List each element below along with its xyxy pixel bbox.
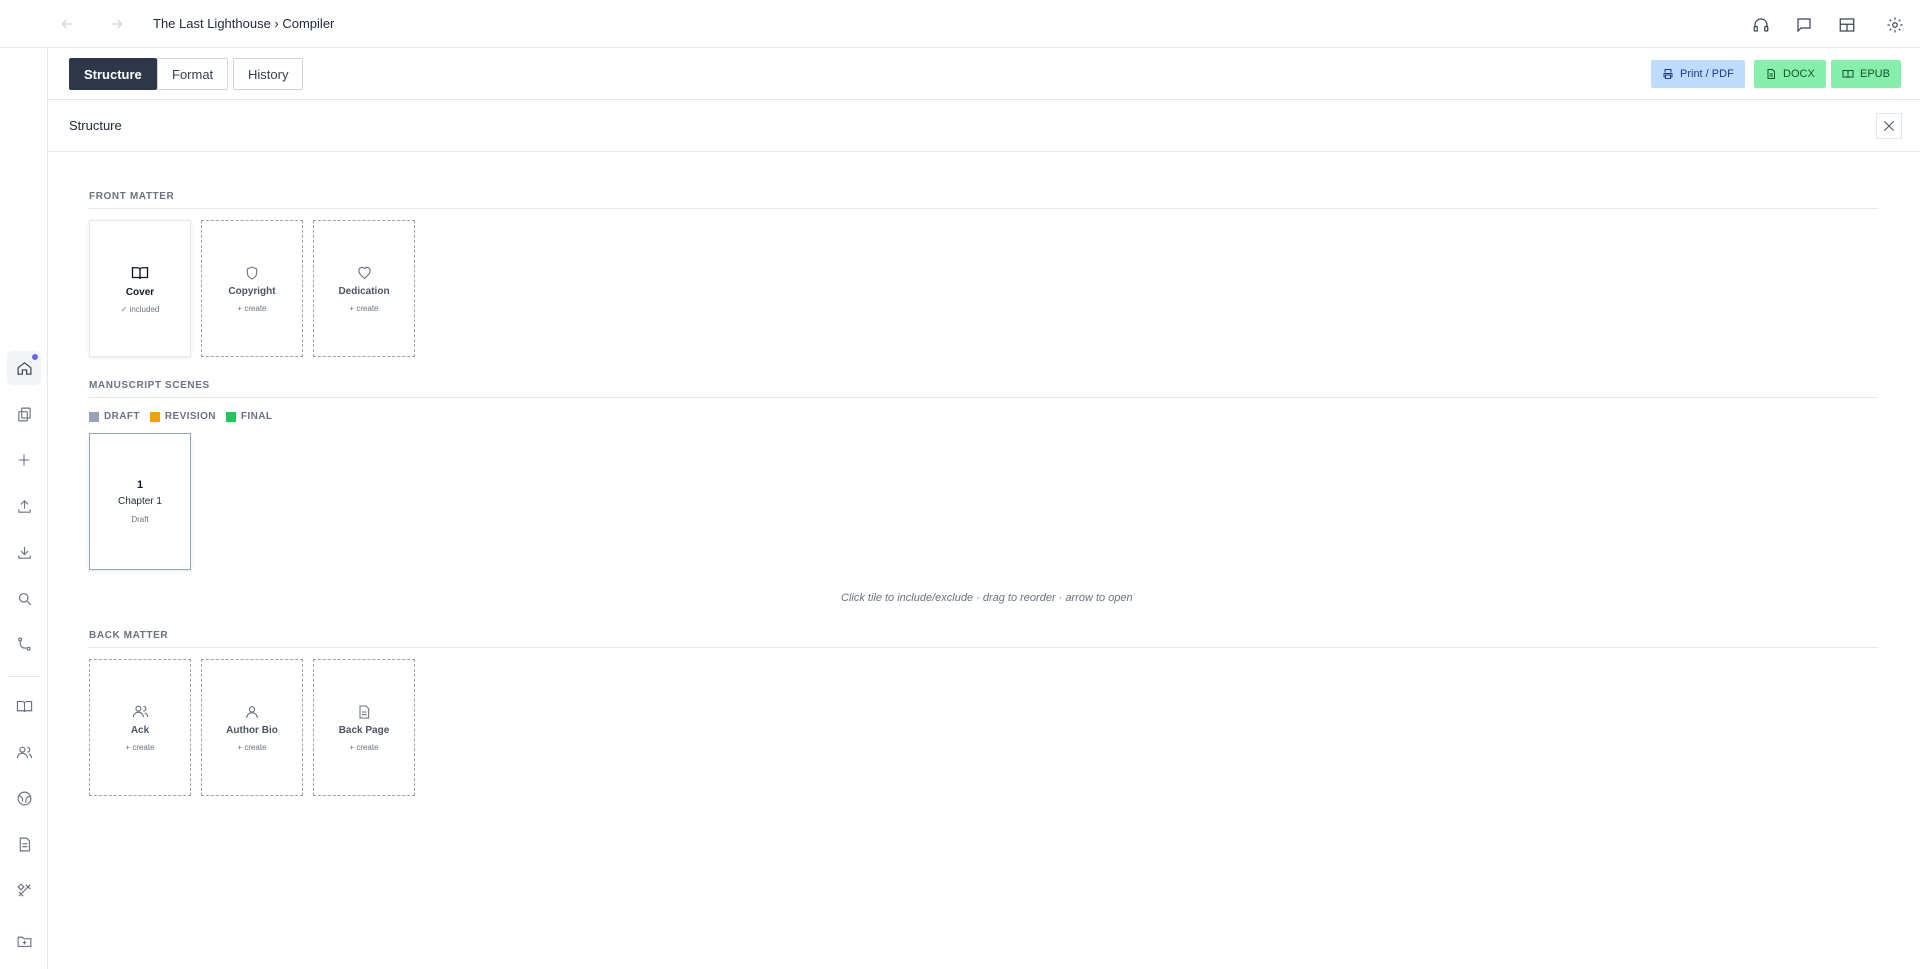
tile-status: + create <box>125 743 155 752</box>
notification-dot <box>32 354 38 360</box>
layout-icon[interactable] <box>1836 14 1858 36</box>
tile-name: Author Bio <box>226 724 278 736</box>
tile-name: Cover <box>125 286 155 298</box>
legend-label: DRAFT <box>104 411 140 422</box>
scene-tile[interactable]: 1 Chapter 1 Draft <box>89 433 191 570</box>
panel-header: Structure <box>48 100 1920 152</box>
tile-author-bio[interactable]: Author Bio + create <box>201 659 303 796</box>
tools-icon[interactable] <box>7 873 41 907</box>
print-pdf-button[interactable]: Print / PDF <box>1651 60 1745 88</box>
comment-icon[interactable] <box>1793 14 1815 36</box>
back-matter-divider <box>89 647 1878 648</box>
download-icon[interactable] <box>7 535 41 569</box>
tab-history[interactable]: History <box>233 58 304 90</box>
close-button[interactable] <box>1876 113 1902 139</box>
rail-divider <box>8 676 40 677</box>
epub-button[interactable]: EPUB <box>1831 60 1901 88</box>
print-pdf-label: Print / PDF <box>1680 68 1734 80</box>
front-matter-divider <box>89 208 1878 209</box>
epub-label: EPUB <box>1860 68 1890 80</box>
gear-icon[interactable] <box>1884 14 1906 36</box>
legend-revision: REVISION <box>149 411 216 422</box>
folder-plus-icon[interactable] <box>7 924 41 958</box>
users-icon <box>132 703 149 720</box>
book-open-icon <box>131 264 149 282</box>
printer-icon <box>1663 69 1673 79</box>
tile-dedication[interactable]: Dedication + create <box>313 220 415 357</box>
file-icon <box>356 704 372 720</box>
heart-icon <box>356 264 373 281</box>
home-icon[interactable] <box>7 351 41 385</box>
tile-ack[interactable]: Ack + create <box>89 659 191 796</box>
legend-label: REVISION <box>164 411 216 422</box>
branch-icon[interactable] <box>7 627 41 661</box>
front-matter-label: FRONT MATTER <box>89 191 175 202</box>
globe-icon[interactable] <box>7 781 41 815</box>
close-icon <box>1883 120 1895 132</box>
tab-format[interactable]: Format <box>157 58 229 90</box>
left-rail <box>0 48 48 969</box>
tile-name: Back Page <box>338 724 390 736</box>
tab-structure[interactable]: Structure <box>69 58 157 90</box>
structure-hint: Click tile to include/exclude · drag to … <box>841 592 1133 604</box>
scene-status: Draft <box>131 515 149 524</box>
docx-button[interactable]: DOCX <box>1754 60 1826 88</box>
manuscript-label: MANUSCRIPT SCENES <box>89 380 210 391</box>
scene-number: 1 <box>136 479 144 491</box>
legend-swatch <box>225 411 236 422</box>
tile-status: ✓ included <box>120 304 160 314</box>
tile-cover[interactable]: Cover ✓ included <box>89 220 191 357</box>
forward-arrow-icon[interactable] <box>107 14 127 34</box>
compiler-toolbar: Structure Format History Print / PDF DOC… <box>48 48 1920 100</box>
tile-status: + create <box>237 303 267 313</box>
tile-status: + create <box>349 742 379 752</box>
book-open-icon <box>1842 70 1854 79</box>
panel-title: Structure <box>69 118 122 133</box>
top-bar: The Last Lighthouse › Compiler <box>0 0 1920 48</box>
tile-name: Dedication <box>338 286 390 297</box>
docx-label: DOCX <box>1783 68 1815 80</box>
tile-copyright[interactable]: Copyright + create <box>201 220 303 357</box>
plus-icon[interactable] <box>7 443 41 477</box>
file-icon <box>1767 69 1775 79</box>
tile-name: Ack <box>130 725 150 736</box>
headphones-icon[interactable] <box>1750 14 1772 36</box>
legend-final: FINAL <box>225 411 273 422</box>
manuscript-divider <box>89 397 1878 398</box>
users-icon[interactable] <box>7 735 41 769</box>
tile-back-page[interactable]: Back Page + create <box>313 659 415 796</box>
user-icon <box>244 704 260 720</box>
book-icon[interactable] <box>7 689 41 723</box>
upload-icon[interactable] <box>7 489 41 523</box>
scene-name: Chapter 1 <box>118 496 162 507</box>
tile-status: + create <box>237 742 267 752</box>
document-icon[interactable] <box>7 827 41 861</box>
tile-status: + create <box>349 304 379 313</box>
shield-icon <box>244 265 260 281</box>
legend-swatch <box>89 411 99 422</box>
tile-name: Copyright <box>228 285 276 297</box>
back-matter-label: BACK MATTER <box>89 630 169 641</box>
status-legend: DRAFT REVISION FINAL <box>89 411 272 422</box>
legend-label: FINAL <box>240 411 273 422</box>
search-icon[interactable] <box>7 581 41 615</box>
copy-icon[interactable] <box>7 397 41 431</box>
breadcrumb: The Last Lighthouse › Compiler <box>153 16 335 31</box>
legend-draft: DRAFT <box>89 411 140 422</box>
legend-swatch <box>149 411 160 422</box>
back-arrow-icon[interactable] <box>57 14 77 34</box>
